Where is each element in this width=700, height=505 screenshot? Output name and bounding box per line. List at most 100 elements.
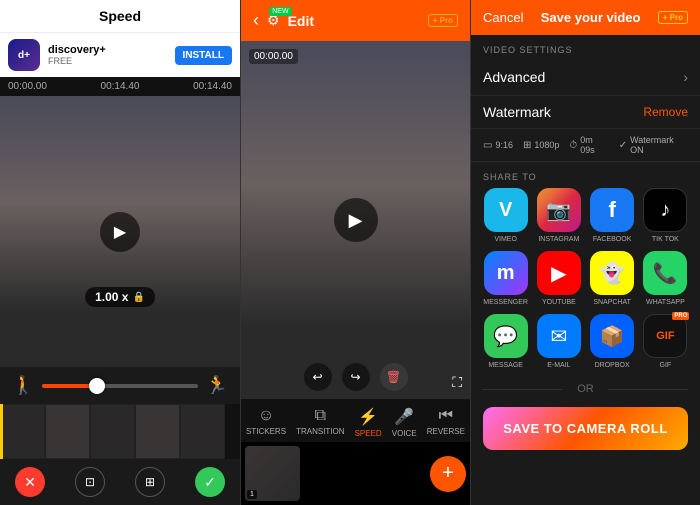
filmstrip-frame xyxy=(0,404,45,459)
ratio-icon: ▭ xyxy=(483,140,492,151)
nav-stickers[interactable]: ☺ STICKERS xyxy=(246,407,286,438)
undo-button[interactable]: ↩ xyxy=(304,363,332,391)
messenger-label: MESSENGER xyxy=(483,299,528,306)
delete-button[interactable]: 🗑 xyxy=(380,363,408,391)
whatsapp-icon: 📞 xyxy=(643,251,687,295)
ad-text: discovery+ FREE xyxy=(48,44,167,66)
playhead-marker xyxy=(0,404,3,459)
video-settings-title: VIDEO SETTINGS xyxy=(471,35,700,59)
instagram-label: INSTAGRAM xyxy=(538,236,579,243)
save-video-label: Save your video xyxy=(541,10,641,25)
add-clip-button[interactable]: + xyxy=(430,456,466,492)
duration-value: 0m 09s xyxy=(580,135,609,155)
redo-button[interactable]: ↪ xyxy=(342,363,370,391)
thumbnail-item[interactable]: 1 xyxy=(245,446,300,501)
speed-value: 1.00 x xyxy=(95,290,128,304)
chevron-right-icon: › xyxy=(683,69,688,85)
filmstrip xyxy=(0,404,240,459)
filmstrip-frame xyxy=(90,404,135,459)
speed-slider-track[interactable] xyxy=(42,384,197,388)
meta-row: ▭ 9:16 ⊞ 1080p ⏱ 0m 09s ✓ Watermark ON xyxy=(471,129,700,162)
share-youtube[interactable]: ▶ YOUTUBE xyxy=(536,251,581,306)
ratio-value: 9:16 xyxy=(495,140,513,150)
resolution-icon: ⊞ xyxy=(523,140,531,151)
remove-watermark-button[interactable]: Remove xyxy=(643,105,688,119)
whatsapp-label: WHATSAPP xyxy=(646,299,685,306)
mid-edit-buttons: ↩ ↪ 🗑 xyxy=(304,363,408,391)
facebook-label: FACEBOOK xyxy=(593,236,632,243)
vimeo-icon: V xyxy=(484,188,528,232)
ad-app-icon: d+ xyxy=(8,39,40,71)
facebook-icon: f xyxy=(590,188,634,232)
share-vimeo[interactable]: V VIMEO xyxy=(483,188,528,243)
pro-badge[interactable]: + Pro xyxy=(428,14,458,27)
new-badge: NEW xyxy=(269,7,291,16)
filmstrip-frame xyxy=(45,404,90,459)
share-tiktok[interactable]: ♪ TIK TOK xyxy=(643,188,688,243)
mid-header: ‹ ⚙ NEW Edit + Pro xyxy=(241,0,470,41)
right-header: Cancel Save your video + Pro xyxy=(471,0,700,35)
nav-transition[interactable]: ⧉ TRANSITION xyxy=(296,407,344,438)
timeline-bar: 00:00.00 00:14.40 00:14.40 xyxy=(0,77,240,96)
resize-button[interactable]: ⊞ xyxy=(135,467,165,497)
youtube-label: YOUTUBE xyxy=(542,299,576,306)
install-button[interactable]: INSTALL xyxy=(175,46,232,65)
watermark-row: Watermark Remove xyxy=(471,96,700,129)
ad-app-name: discovery+ xyxy=(48,44,167,56)
share-messenger[interactable]: m MESSENGER xyxy=(483,251,528,306)
share-facebook[interactable]: f FACEBOOK xyxy=(590,188,635,243)
mid-play-button[interactable]: ▶ xyxy=(334,198,378,242)
meta-duration: ⏱ 0m 09s xyxy=(569,135,608,155)
slider-container: 🚶 🏃 xyxy=(12,375,228,396)
slow-speed-icon: 🚶 xyxy=(12,375,34,396)
gif-label: GIF xyxy=(660,362,672,369)
right-panel: Cancel Save your video + Pro VIDEO SETTI… xyxy=(470,0,700,505)
stickers-icon: ☺ xyxy=(258,407,274,425)
share-dropbox[interactable]: 📦 DROPBOX xyxy=(590,314,635,369)
play-button[interactable]: ▶ xyxy=(100,212,140,252)
nav-voice[interactable]: 🎤 VOICE xyxy=(392,407,417,438)
thumb-duration: 1 xyxy=(247,490,257,499)
fullscreen-button[interactable]: ⛶ xyxy=(452,374,462,391)
fast-speed-icon: 🏃 xyxy=(206,375,228,396)
filmstrip-frame xyxy=(135,404,180,459)
slider-thumb[interactable] xyxy=(89,378,105,394)
filmstrip-frame xyxy=(180,404,225,459)
crop-button[interactable]: ⊡ xyxy=(75,467,105,497)
reverse-label: REVERSE xyxy=(427,427,465,436)
gif-icon: GIF PRO xyxy=(643,314,687,358)
tiktok-icon: ♪ xyxy=(643,188,687,232)
message-label: MESSAGE xyxy=(488,362,523,369)
speed-label: SPEED xyxy=(355,429,382,438)
share-snapchat[interactable]: 👻 SNAPCHAT xyxy=(590,251,635,306)
nav-speed[interactable]: ⚡ SPEED xyxy=(355,407,382,438)
share-gif[interactable]: GIF PRO GIF xyxy=(643,314,688,369)
share-whatsapp[interactable]: 📞 WHATSAPP xyxy=(643,251,688,306)
email-label: E-MAIL xyxy=(547,362,570,369)
speed-badge: 1.00 x 🔒 xyxy=(85,287,155,307)
share-message[interactable]: 💬 MESSAGE xyxy=(483,314,528,369)
timeline-mid: 00:14.40 xyxy=(101,81,140,92)
gif-pro-badge: PRO xyxy=(672,312,689,320)
snapchat-label: SNAPCHAT xyxy=(593,299,631,306)
back-button[interactable]: ‹ xyxy=(253,10,259,31)
meta-ratio: ▭ 9:16 xyxy=(483,140,513,151)
save-camera-roll-button[interactable]: SAVE TO CAMERA ROLL xyxy=(483,407,688,450)
share-instagram[interactable]: 📷 INSTAGRAM xyxy=(536,188,581,243)
save-camera-label: SAVE TO CAMERA ROLL xyxy=(503,421,668,436)
duration-icon: ⏱ xyxy=(569,140,577,151)
cancel-button[interactable]: ✕ xyxy=(15,467,45,497)
mid-timestamp: 00:00.00 xyxy=(249,49,298,64)
advanced-settings-row[interactable]: Advanced › xyxy=(471,59,700,96)
middle-panel: ‹ ⚙ NEW Edit + Pro 00:00.00 ▶ ↩ ↪ 🗑 ⛶ ☺ … xyxy=(240,0,470,505)
share-to-title: SHARE TO xyxy=(471,162,700,188)
voice-label: VOICE xyxy=(392,429,417,438)
ad-banner[interactable]: d+ discovery+ FREE INSTALL xyxy=(0,32,240,77)
confirm-button[interactable]: ✓ xyxy=(195,467,225,497)
speed-slider-area[interactable]: 🚶 🏃 xyxy=(0,367,240,404)
right-pro-badge[interactable]: + Pro xyxy=(658,11,688,24)
nav-reverse[interactable]: ⏮ REVERSE xyxy=(427,407,465,438)
share-email[interactable]: ✉ E-MAIL xyxy=(536,314,581,369)
cancel-button[interactable]: Cancel xyxy=(483,10,523,25)
youtube-icon: ▶ xyxy=(537,251,581,295)
